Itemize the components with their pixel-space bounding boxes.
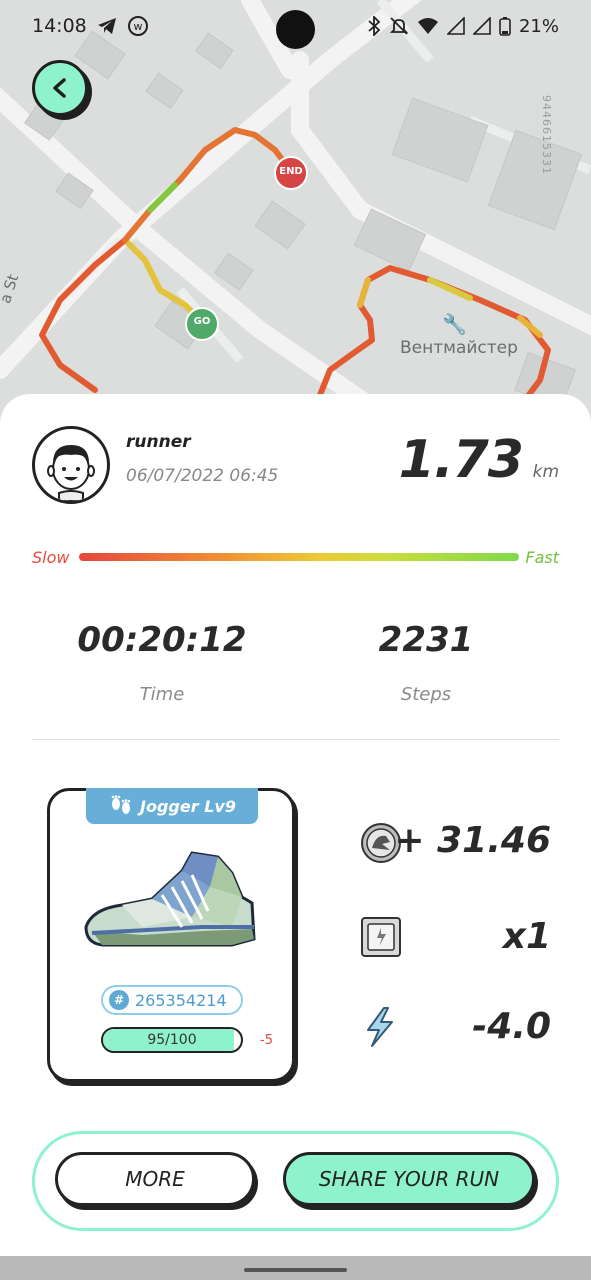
username: runner: [126, 432, 191, 452]
avatar[interactable]: [32, 426, 110, 504]
sneaker-image: [84, 851, 256, 947]
front-camera: [276, 10, 315, 49]
distance-value: 1.73: [398, 430, 524, 490]
map-graphic: [0, 0, 591, 440]
route-map[interactable]: GO END 🔧 Вентмайстер a St 9446615331: [0, 0, 591, 440]
shoe-id-badge: # 265354214: [101, 985, 243, 1015]
durability-bar: 95/100: [101, 1027, 243, 1053]
signal-icon-2: [472, 17, 491, 35]
back-button[interactable]: [32, 60, 88, 116]
durability-text: 95/100: [147, 1032, 197, 1048]
distance-unit: km: [532, 462, 559, 482]
shoe-level-tag: Jogger Lv9: [86, 788, 258, 824]
signal-icon: [446, 17, 465, 35]
time-label: Time: [139, 684, 185, 705]
steps-value: 2231: [378, 620, 474, 660]
start-marker: GO: [193, 316, 211, 327]
map-vertical-text: 9446615331: [540, 95, 553, 175]
wrench-icon: 🔧: [442, 312, 467, 336]
speed-fast-label: Fast: [525, 548, 559, 567]
end-marker: END: [279, 166, 303, 177]
energy-value: -4.0: [472, 1006, 551, 1047]
wifi-icon: [417, 18, 438, 34]
earned-value: + 31.46: [394, 820, 551, 861]
battery-icon: [499, 17, 511, 36]
energy-bolt-icon: [367, 1007, 393, 1047]
shoe-id: 265354214: [135, 990, 227, 1010]
app-notification-icon: w: [127, 16, 148, 36]
mute-icon: [389, 17, 409, 35]
divider: [32, 739, 559, 740]
shoe-card[interactable]: Jogger Lv9 # 265354214 95/100 -5: [47, 788, 295, 1082]
status-time: 14:08: [32, 15, 87, 37]
mystery-box-icon: [361, 917, 401, 957]
avatar-face-icon: [47, 445, 95, 501]
map-poi-label: Вентмайстер: [400, 338, 518, 358]
durability-delta: -5: [260, 1033, 273, 1048]
steps-label: Steps: [400, 684, 452, 705]
speed-legend: Slow Fast: [32, 546, 559, 570]
telegram-icon: [97, 18, 116, 34]
shoe-level-label: Jogger Lv9: [140, 796, 236, 816]
share-run-button[interactable]: SHARE YOUR RUN: [283, 1152, 535, 1206]
bluetooth-icon: [368, 16, 381, 36]
multiplier-value: x1: [502, 916, 551, 957]
hash-icon: #: [109, 990, 129, 1010]
time-value: 00:20:12: [77, 620, 247, 660]
home-gesture-handle[interactable]: [244, 1268, 347, 1272]
more-button[interactable]: MORE: [55, 1152, 255, 1206]
system-nav-bar: [0, 1256, 591, 1280]
battery-percent: 21%: [518, 15, 559, 37]
footprints-icon: [111, 795, 131, 814]
speed-slow-label: Slow: [32, 548, 70, 567]
svg-text:w: w: [133, 20, 142, 33]
action-button-group: MORE SHARE YOUR RUN: [32, 1131, 559, 1231]
speed-gradient-bar: [79, 553, 519, 561]
run-datetime: 06/07/2022 06:45: [126, 466, 279, 486]
chevron-left-icon: [53, 78, 66, 98]
run-summary-card: runner 06/07/2022 06:45 1.73 km Slow Fas…: [0, 394, 591, 1256]
